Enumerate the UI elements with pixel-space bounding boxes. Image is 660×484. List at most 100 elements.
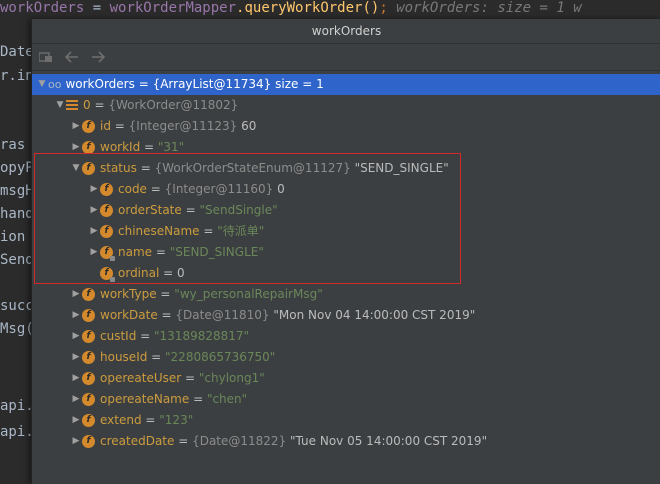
code-fragment: hand: [0, 206, 31, 222]
expand-arrow-icon[interactable]: ▼: [54, 95, 66, 116]
var-value: "wy_personalRepairMsg": [174, 287, 323, 301]
code-fragment: Send: [0, 252, 31, 268]
var-value: "Mon Nov 04 14:00:00 CST 2019": [273, 308, 476, 322]
expand-arrow-icon[interactable]: ▼: [70, 158, 82, 179]
var-name: workOrders: [65, 77, 135, 91]
collapsed-arrow-icon[interactable]: ▶: [88, 242, 100, 263]
collapsed-arrow-icon[interactable]: ▶: [70, 389, 82, 410]
final-field-icon: f: [100, 246, 115, 261]
var-name: status: [100, 161, 137, 175]
tree-row-root[interactable]: ▼ oo workOrders = {ArrayList@11734} size…: [32, 74, 660, 95]
var-name: workId: [100, 140, 141, 154]
code-fragment: ion: [0, 229, 26, 245]
tree-row-orderState[interactable]: ▶ f orderState = "SendSingle": [32, 200, 660, 221]
var-type: {Integer@11160}: [164, 182, 274, 196]
var-name: workDate: [100, 308, 158, 322]
var-name: id: [100, 119, 111, 133]
code-fragment: succ: [0, 298, 31, 314]
field-icon: f: [82, 141, 95, 154]
var-type: {Date@11810}: [175, 308, 270, 322]
collapsed-arrow-icon[interactable]: ▶: [70, 284, 82, 305]
variables-popup-window: workOrders ▼ oo workOrders = {ArrayList@…: [31, 19, 660, 484]
field-icon: f: [82, 372, 95, 385]
var-name: createdDate: [100, 434, 175, 448]
code-var: workOrders: [0, 0, 85, 16]
tree-row-name[interactable]: ▶ f name = "SEND_SINGLE": [32, 242, 660, 263]
var-value: 60: [241, 119, 257, 133]
var-value: "chylong1": [198, 371, 265, 385]
var-value: "SendSingle": [199, 203, 278, 217]
collapsed-arrow-icon[interactable]: ▶: [70, 116, 82, 137]
tree-row-chineseName[interactable]: ▶ f chineseName = "待派单": [32, 221, 660, 242]
tree-row-workType[interactable]: ▶ f workType = "wy_personalRepairMsg": [32, 284, 660, 305]
tree-row-opereateName[interactable]: ▶ f opereateName = "chen": [32, 389, 660, 410]
code-fragment: api.: [0, 424, 31, 440]
code-semicolon: ;: [379, 0, 388, 16]
var-name: workType: [100, 287, 157, 301]
popup-title: workOrders: [32, 19, 660, 44]
var-value: {ArrayList@11734} size = 1: [152, 77, 324, 91]
field-icon: f: [100, 225, 113, 238]
var-type: {WorkOrderStateEnum@11127}: [154, 161, 351, 175]
collapsed-arrow-icon[interactable]: ▶: [70, 305, 82, 326]
var-type: {Date@11822}: [192, 434, 287, 448]
tree-row-code[interactable]: ▶ f code = {Integer@11160} 0: [32, 179, 660, 200]
var-value: "123": [159, 413, 194, 427]
tree-row-workDate[interactable]: ▶ f workDate = {Date@11810} "Mon Nov 04 …: [32, 305, 660, 326]
tree-row-status[interactable]: ▼ f status = {WorkOrderStateEnum@11127} …: [32, 158, 660, 179]
code-fragment: api.: [0, 398, 31, 414]
var-name: extend: [100, 413, 142, 427]
code-receiver: workOrderMapper: [109, 0, 237, 16]
tree-row-custId[interactable]: ▶ f custId = "13189828817": [32, 326, 660, 347]
field-icon: f: [100, 204, 113, 217]
var-value: "Tue Nov 05 14:00:00 CST 2019": [290, 434, 488, 448]
collapsed-arrow-icon[interactable]: ▶: [70, 326, 82, 347]
tree-row-houseId[interactable]: ▶ f houseId = "2280865736750": [32, 347, 660, 368]
var-name: orderState: [118, 203, 182, 217]
code-fragment: Msg(: [0, 321, 31, 337]
code-fragment: opyP: [0, 160, 31, 176]
collapsed-arrow-icon[interactable]: ▶: [70, 347, 82, 368]
var-value: "SEND_SINGLE": [354, 161, 449, 175]
collapsed-arrow-icon[interactable]: ▶: [70, 431, 82, 452]
expand-arrow-icon[interactable]: ▼: [36, 74, 48, 95]
watch-icon[interactable]: [38, 49, 54, 65]
field-icon: f: [82, 162, 95, 175]
forward-arrow-icon[interactable]: [90, 49, 106, 65]
code-line: workOrders = workOrderMapper.queryWorkOr…: [0, 0, 660, 17]
var-value: "13189828817": [154, 329, 250, 343]
code-call: .queryWorkOrder(): [236, 0, 380, 16]
tree-row-workId[interactable]: ▶ f workId = "31": [32, 137, 660, 158]
var-name: opereateUser: [100, 371, 182, 385]
code-fragment: r.in: [0, 68, 31, 84]
var-value: "SEND_SINGLE": [169, 245, 264, 259]
code-assign: =: [84, 0, 110, 16]
tree-row-ordinal[interactable]: f ordinal = 0: [32, 263, 660, 284]
var-name: houseId: [100, 350, 148, 364]
collapsed-arrow-icon[interactable]: ▶: [88, 221, 100, 242]
var-name: chineseName: [118, 224, 200, 238]
field-icon: f: [82, 435, 95, 448]
code-fragment: Date: [0, 44, 31, 60]
code-fragment: msgH: [0, 183, 31, 199]
collapsed-arrow-icon[interactable]: ▶: [70, 368, 82, 389]
back-arrow-icon[interactable]: [64, 49, 80, 65]
tree-row-createdDate[interactable]: ▶ f createdDate = {Date@11822} "Tue Nov …: [32, 431, 660, 452]
list-element-icon: [66, 100, 78, 111]
collapsed-arrow-icon[interactable]: ▶: [88, 179, 100, 200]
var-name: ordinal: [118, 266, 160, 280]
tree-row-id[interactable]: ▶ f id = {Integer@11123} 60: [32, 116, 660, 137]
code-left-fragments: Date r.in ras opyP msgH hand ion Send su…: [0, 40, 31, 484]
tree-row-extend[interactable]: ▶ f extend = "123": [32, 410, 660, 431]
collapsed-arrow-icon[interactable]: ▶: [88, 200, 100, 221]
var-value: "2280865736750": [165, 350, 276, 364]
var-value: 0: [177, 266, 185, 280]
popup-toolbar: [32, 44, 660, 71]
var-name: opereateName: [100, 392, 190, 406]
tree-row-item0[interactable]: ▼ 0 = {WorkOrder@11802}: [32, 95, 660, 116]
field-icon: f: [100, 183, 113, 196]
collapsed-arrow-icon[interactable]: ▶: [70, 410, 82, 431]
tree-row-opereateUser[interactable]: ▶ f opereateUser = "chylong1": [32, 368, 660, 389]
inline-debug-hint: workOrders: size = 1 w: [387, 0, 582, 16]
collapsed-arrow-icon[interactable]: ▶: [70, 137, 82, 158]
